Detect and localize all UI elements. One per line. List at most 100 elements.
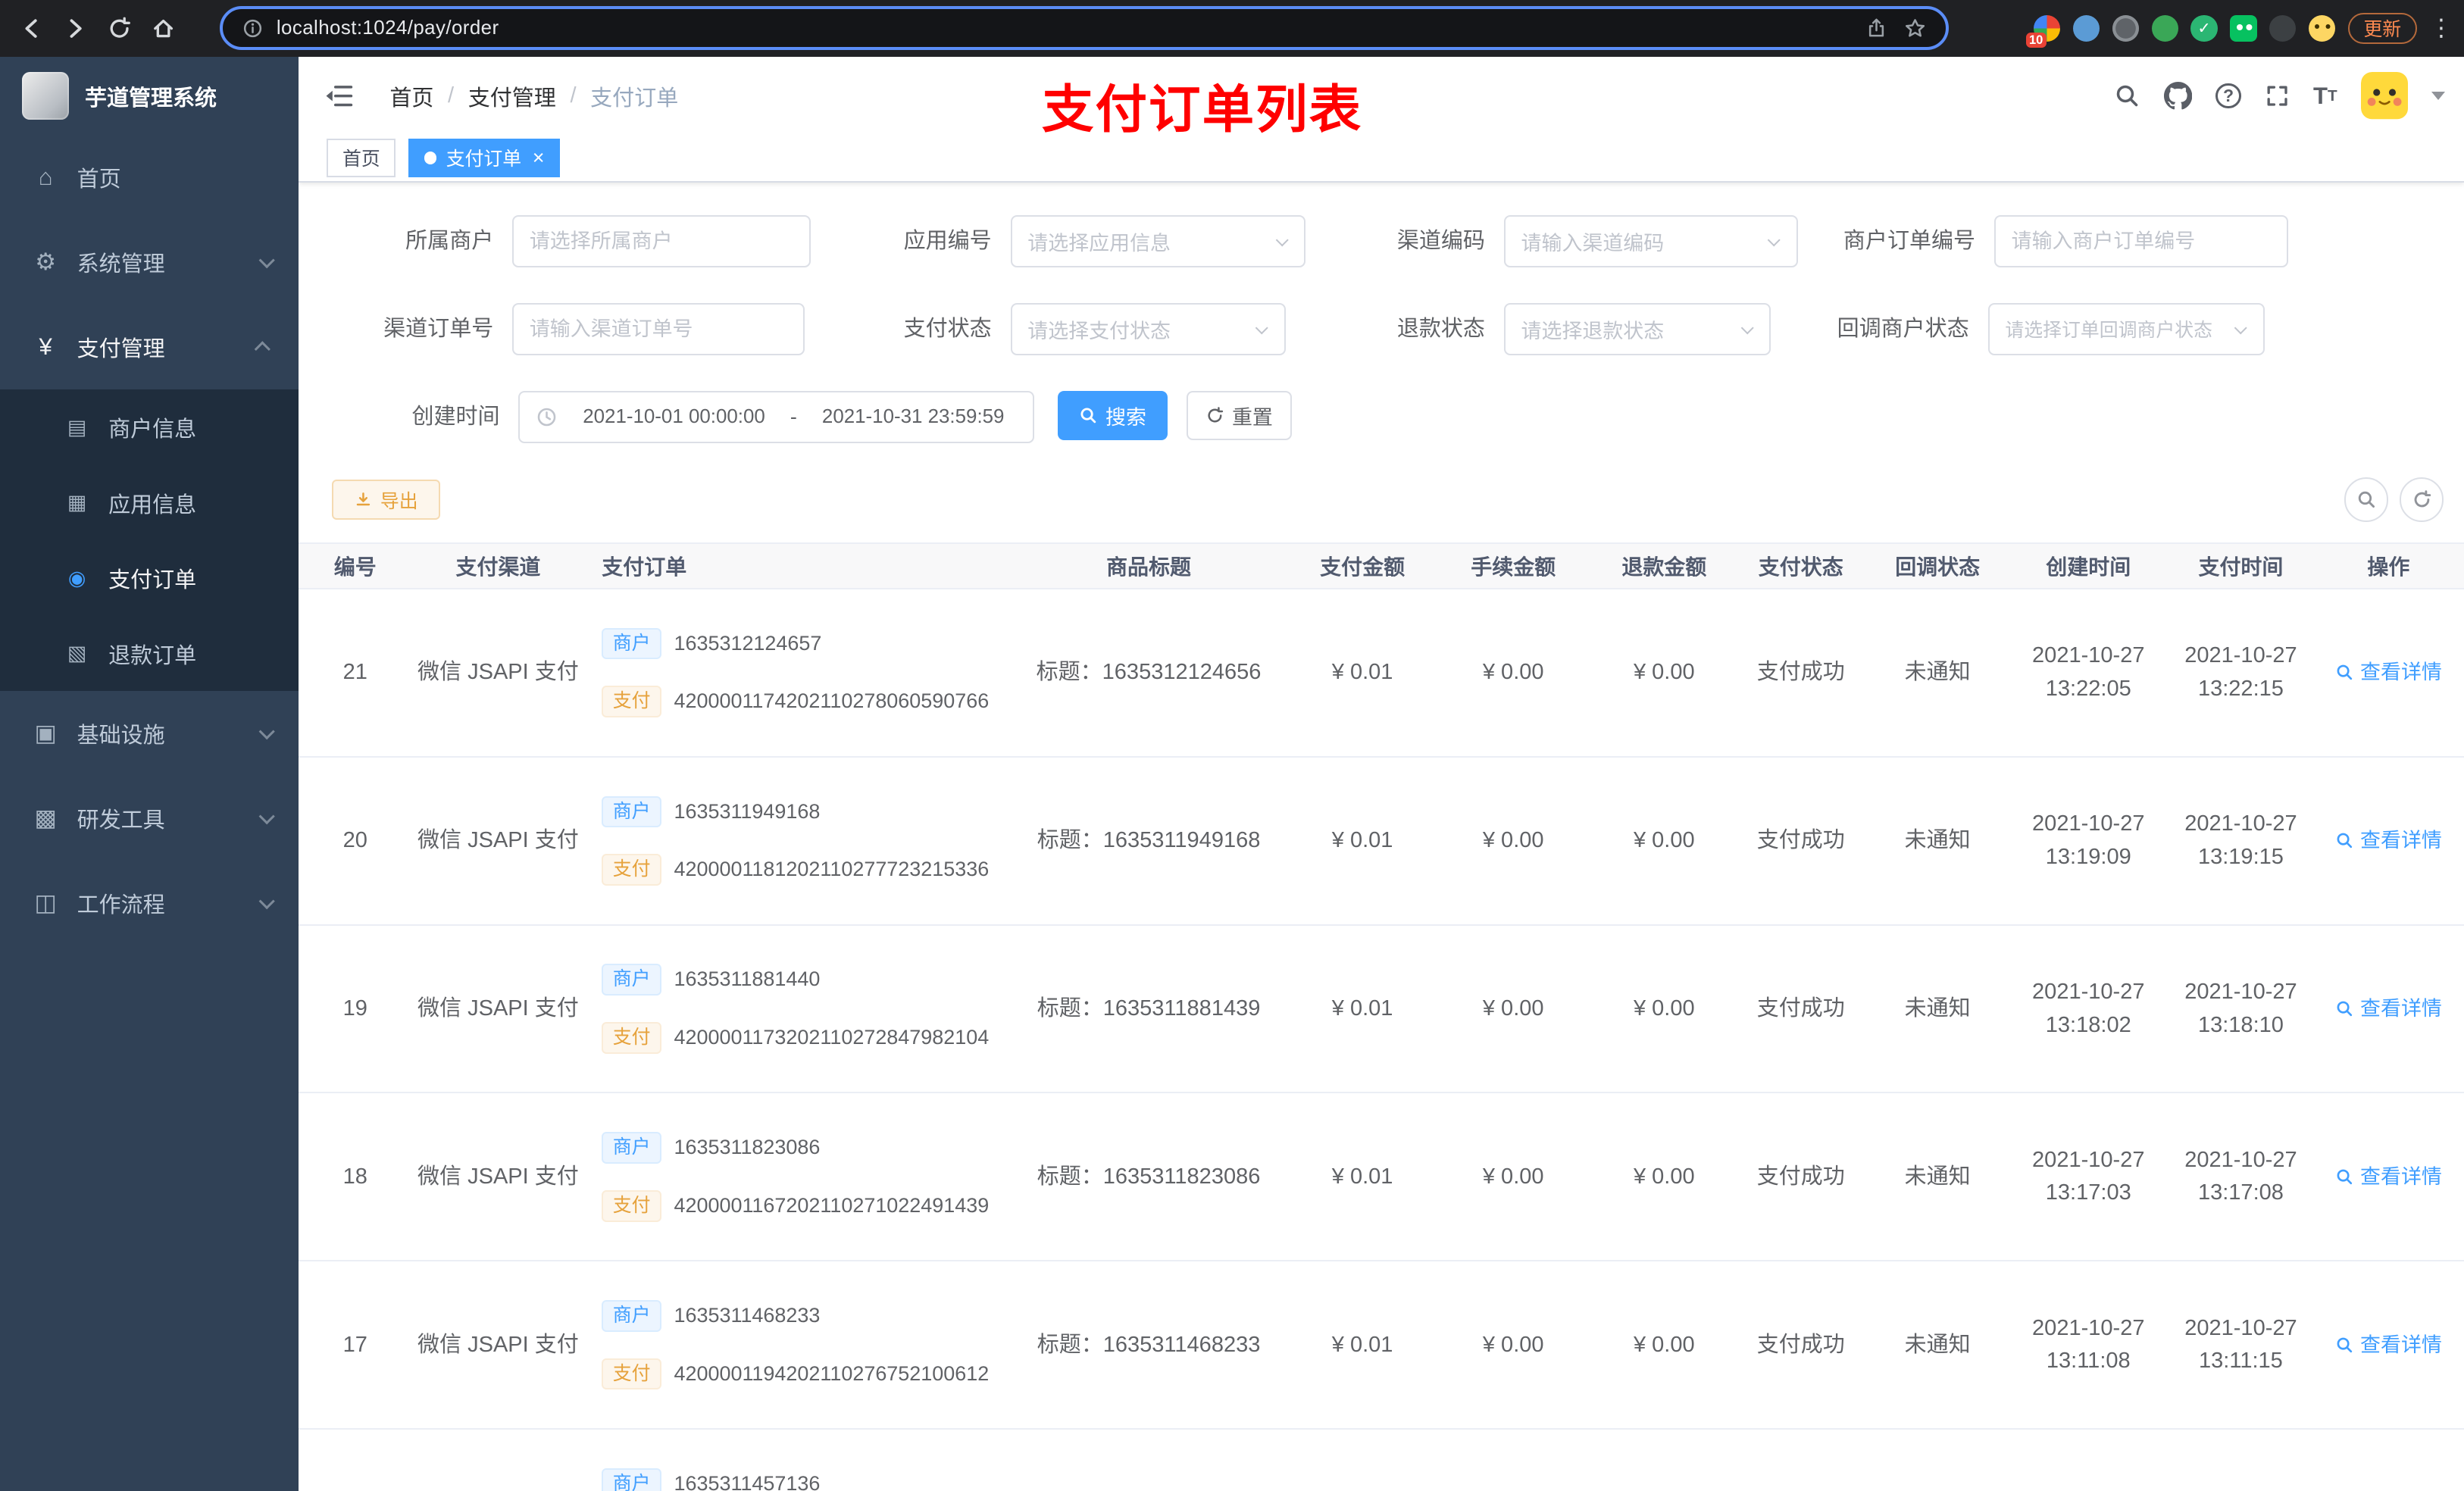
- app-logo-row[interactable]: 芋道管理系统: [0, 57, 299, 136]
- browser-forward-button[interactable]: [54, 6, 98, 50]
- sidebar-item-home[interactable]: ⌂ 首页: [0, 135, 299, 220]
- date-range-input[interactable]: 2021-10-01 00:00:00 - 2021-10-31 23:59:5…: [518, 391, 1034, 443]
- merchant-input[interactable]: [512, 215, 811, 267]
- close-icon[interactable]: [533, 148, 545, 168]
- extension-icon-face[interactable]: [2308, 14, 2336, 42]
- github-icon[interactable]: [2164, 81, 2193, 110]
- sidebar-item-merchant-info[interactable]: ▤ 商户信息: [0, 389, 299, 465]
- bookmark-star-icon[interactable]: [1903, 17, 1927, 40]
- filter-create-time: 创建时间 2021-10-01 00:00:00 - 2021-10-31 23…: [411, 391, 1034, 443]
- site-info-icon[interactable]: [242, 17, 264, 39]
- pay-status-select[interactable]: 请选择支付状态: [1010, 303, 1286, 355]
- export-button[interactable]: 导出: [331, 479, 440, 520]
- action-cell: 查看详情: [2313, 1093, 2464, 1260]
- pay-status-cell: [1735, 1430, 1867, 1491]
- sidebar-toggle-icon[interactable]: [324, 82, 353, 117]
- breadcrumb-payment[interactable]: 支付管理: [468, 80, 556, 112]
- notify-status-cell: 未通知: [1904, 996, 1971, 1021]
- dashboard-icon: ⌂: [38, 164, 53, 191]
- browser-reload-button[interactable]: [98, 6, 142, 50]
- view-detail-link[interactable]: 查看详情: [2335, 1330, 2442, 1361]
- channel-order-no-input[interactable]: [512, 303, 805, 355]
- avatar[interactable]: [2360, 72, 2409, 120]
- search-button[interactable]: 搜索: [1057, 391, 1168, 440]
- clock-icon: [536, 406, 558, 428]
- pay-status-cell: 支付成功: [1756, 827, 1845, 852]
- home-icon: [154, 19, 174, 37]
- filter-pay-status: 支付状态 请选择支付状态: [904, 303, 1286, 355]
- extension-icon-green[interactable]: [2151, 14, 2178, 42]
- sidebar-item-refund-order[interactable]: ▧ 退款订单: [0, 616, 299, 692]
- pay-status-cell: 支付成功: [1756, 996, 1845, 1021]
- sidebar-item-system[interactable]: ⚙ 系统管理: [0, 220, 299, 305]
- pay-order-cell: 商户 1635311823086 支付 42000011672021102710…: [584, 1093, 1005, 1260]
- font-size-icon[interactable]: [2313, 83, 2337, 110]
- browser-back-button[interactable]: [9, 6, 53, 50]
- channel-pay-no: 4200001173202110272847982104: [674, 1026, 990, 1049]
- url-bar[interactable]: localhost:1024/pay/order: [220, 6, 1949, 51]
- sidebar-item-dev-tools[interactable]: ▩ 研发工具: [0, 776, 299, 861]
- reset-button[interactable]: 重置: [1186, 391, 1292, 440]
- pay-status-cell: 支付成功: [1756, 659, 1845, 684]
- refresh-icon: [1208, 407, 1223, 423]
- sidebar-item-pay-order[interactable]: ◉ 支付订单: [0, 540, 299, 616]
- pay-amount-cell: ¥ 0.01: [1331, 827, 1393, 852]
- sidebar-menu: ⌂ 首页 ⚙ 系统管理 ¥ 支付管理 ▤ 商户信息 ▦ 应用信息 ◉ 支付订单 …: [0, 135, 299, 946]
- refund-status-select[interactable]: 请选择退款状态: [1503, 303, 1771, 355]
- toggle-search-button[interactable]: [2344, 477, 2389, 522]
- sidebar-item-payment[interactable]: ¥ 支付管理: [0, 305, 299, 389]
- browser-menu-icon[interactable]: [2429, 14, 2451, 42]
- url-text[interactable]: localhost:1024/pay/order: [277, 17, 1850, 39]
- product-title-cell: 标题：1635311468233: [1037, 1332, 1261, 1357]
- extension-icon-pin[interactable]: [2269, 14, 2297, 42]
- chevron-down-icon: [259, 893, 275, 909]
- pay-channel-cell: 微信 JSAPI 支付: [417, 659, 579, 684]
- help-icon[interactable]: [2215, 83, 2241, 109]
- search-icon[interactable]: [2114, 83, 2140, 109]
- date-end-value[interactable]: 2021-10-31 23:59:59: [809, 406, 1017, 428]
- view-detail-link[interactable]: 查看详情: [2335, 657, 2442, 688]
- date-start-value[interactable]: 2021-10-01 00:00:00: [571, 406, 778, 428]
- header-actions: [2114, 57, 2446, 136]
- notify-status-select[interactable]: 请选择订单回调商户状态: [1987, 303, 2265, 355]
- browser-update-button[interactable]: 更新: [2347, 12, 2417, 45]
- channel-code-select[interactable]: 请输入渠道编码: [1503, 215, 1798, 267]
- fee-amount-cell: ¥ 0.00: [1482, 996, 1544, 1021]
- view-detail-link[interactable]: 查看详情: [2335, 1161, 2442, 1192]
- paid-time-cell: 2021-10-27 13:11:15: [2184, 1315, 2297, 1374]
- sidebar-item-app-info[interactable]: ▦ 应用信息: [0, 465, 299, 541]
- extension-icon-colorwheel[interactable]: 10: [2025, 14, 2061, 48]
- refresh-table-button[interactable]: [2399, 477, 2444, 522]
- view-detail-link[interactable]: 查看详情: [2335, 993, 2442, 1024]
- extension-icon-check[interactable]: [2190, 14, 2218, 42]
- sidebar-item-workflow[interactable]: ◫ 工作流程: [0, 861, 299, 946]
- pay-amount-cell: ¥ 0.01: [1331, 1332, 1393, 1357]
- view-detail-link[interactable]: 查看详情: [2335, 825, 2442, 856]
- extension-icon-globe[interactable]: [2112, 14, 2140, 42]
- page-annotation: 支付订单列表: [1042, 80, 1363, 139]
- avatar-caret-icon[interactable]: [2431, 92, 2446, 101]
- fee-amount-cell: [1433, 1430, 1593, 1491]
- table-row: 17 微信 JSAPI 支付 商户 1635311468233 支付 42000…: [299, 1261, 2464, 1430]
- app-id-select[interactable]: 请选择应用信息: [1010, 215, 1306, 267]
- created-time-cell: 2021-10-27 13:11:08: [2032, 1315, 2145, 1374]
- extension-icon-blue[interactable]: [2072, 14, 2100, 42]
- merchant-order-no-input[interactable]: [1993, 215, 2288, 267]
- share-icon[interactable]: [1865, 17, 1887, 39]
- order-id-cell: 18: [342, 1164, 367, 1189]
- fee-amount-cell: ¥ 0.00: [1482, 659, 1544, 684]
- sidebar-item-infrastructure[interactable]: ▣ 基础设施: [0, 691, 299, 776]
- order-id-cell: 20: [342, 827, 367, 852]
- breadcrumb-home[interactable]: 首页: [389, 80, 433, 112]
- extension-icon-chat[interactable]: [2230, 14, 2257, 42]
- browser-home-button[interactable]: [142, 6, 186, 50]
- filter-app-id: 应用编号 请选择应用信息: [904, 215, 1306, 267]
- column-header: 回调状态: [1895, 555, 1981, 579]
- tab-home[interactable]: 首页: [327, 138, 396, 178]
- tab-pay-order[interactable]: 支付订单: [408, 138, 561, 178]
- fullscreen-icon[interactable]: [2265, 83, 2290, 108]
- refund-amount-cell: [1593, 1430, 1735, 1491]
- app-title: 芋道管理系统: [84, 86, 217, 111]
- column-header: 支付时间: [2198, 555, 2284, 579]
- paid-time-cell: 2021-10-27 13:22:15: [2184, 643, 2297, 701]
